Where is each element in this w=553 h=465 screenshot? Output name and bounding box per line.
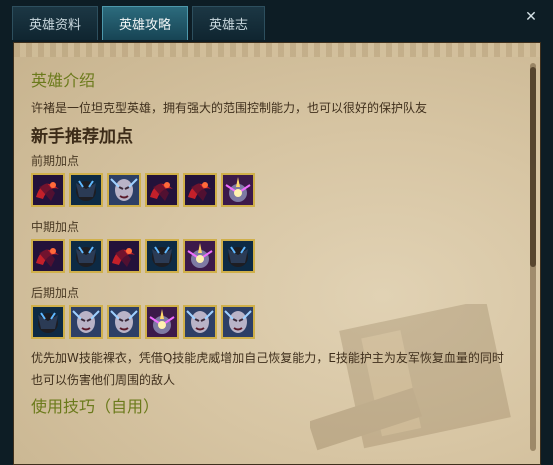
early-build-label: 前期加点 — [31, 154, 80, 168]
early-build-row — [31, 171, 511, 209]
border-ornament — [14, 43, 540, 57]
late-build-label: 后期加点 — [31, 286, 80, 300]
skill-q-icon[interactable] — [221, 239, 255, 273]
skill-e-icon[interactable] — [221, 305, 255, 339]
close-icon[interactable]: ✕ — [523, 9, 539, 25]
tab-bar: 英雄资料 英雄攻略 英雄志 — [12, 6, 266, 42]
mid-build-row — [31, 237, 511, 275]
tab-hero-story[interactable]: 英雄志 — [192, 6, 266, 40]
build-note-line-1: 优先加W技能裸衣，凭借Q技能虎威增加自己恢复能力，E技能护主为友军恢复血量的同时 — [31, 351, 504, 365]
build-note-line-2: 也可以伤害他们周围的敌人 — [31, 373, 176, 387]
skill-w-icon[interactable] — [31, 173, 65, 207]
skill-r-icon[interactable] — [183, 239, 217, 273]
skill-r-icon[interactable] — [145, 305, 179, 339]
skill-w-icon[interactable] — [145, 173, 179, 207]
mid-build-label: 中期加点 — [31, 220, 80, 234]
tab-hero-info[interactable]: 英雄资料 — [12, 6, 99, 40]
skill-w-icon[interactable] — [31, 239, 65, 273]
skill-q-icon[interactable] — [145, 239, 179, 273]
intro-title: 英雄介绍 — [31, 71, 96, 90]
hero-window: 英雄资料 英雄攻略 英雄志 ✕ 英雄介绍 许褚是一位坦克型英雄，拥有强大的范围控… — [0, 0, 553, 465]
skill-q-icon[interactable] — [69, 173, 103, 207]
intro-text: 许褚是一位坦克型英雄，拥有强大的范围控制能力，也可以很好的保护队友 — [31, 101, 428, 115]
late-build-row — [31, 303, 511, 341]
guide-content: 英雄介绍 许褚是一位坦克型英雄，拥有强大的范围控制能力，也可以很好的保护队友 新… — [31, 69, 511, 419]
build-title: 新手推荐加点 — [31, 127, 133, 147]
skill-e-icon[interactable] — [107, 173, 141, 207]
skill-q-icon[interactable] — [31, 305, 65, 339]
skill-w-icon[interactable] — [183, 173, 217, 207]
skill-q-icon[interactable] — [69, 239, 103, 273]
guide-panel: 英雄介绍 许褚是一位坦克型英雄，拥有强大的范围控制能力，也可以很好的保护队友 新… — [13, 42, 541, 465]
skill-e-icon[interactable] — [183, 305, 217, 339]
skill-e-icon[interactable] — [107, 305, 141, 339]
scrollbar-thumb[interactable] — [530, 67, 536, 267]
skill-r-icon[interactable] — [221, 173, 255, 207]
tab-hero-guide[interactable]: 英雄攻略 — [102, 6, 189, 40]
skill-w-icon[interactable] — [107, 239, 141, 273]
tips-title: 使用技巧（自用） — [31, 397, 160, 416]
skill-e-icon[interactable] — [69, 305, 103, 339]
